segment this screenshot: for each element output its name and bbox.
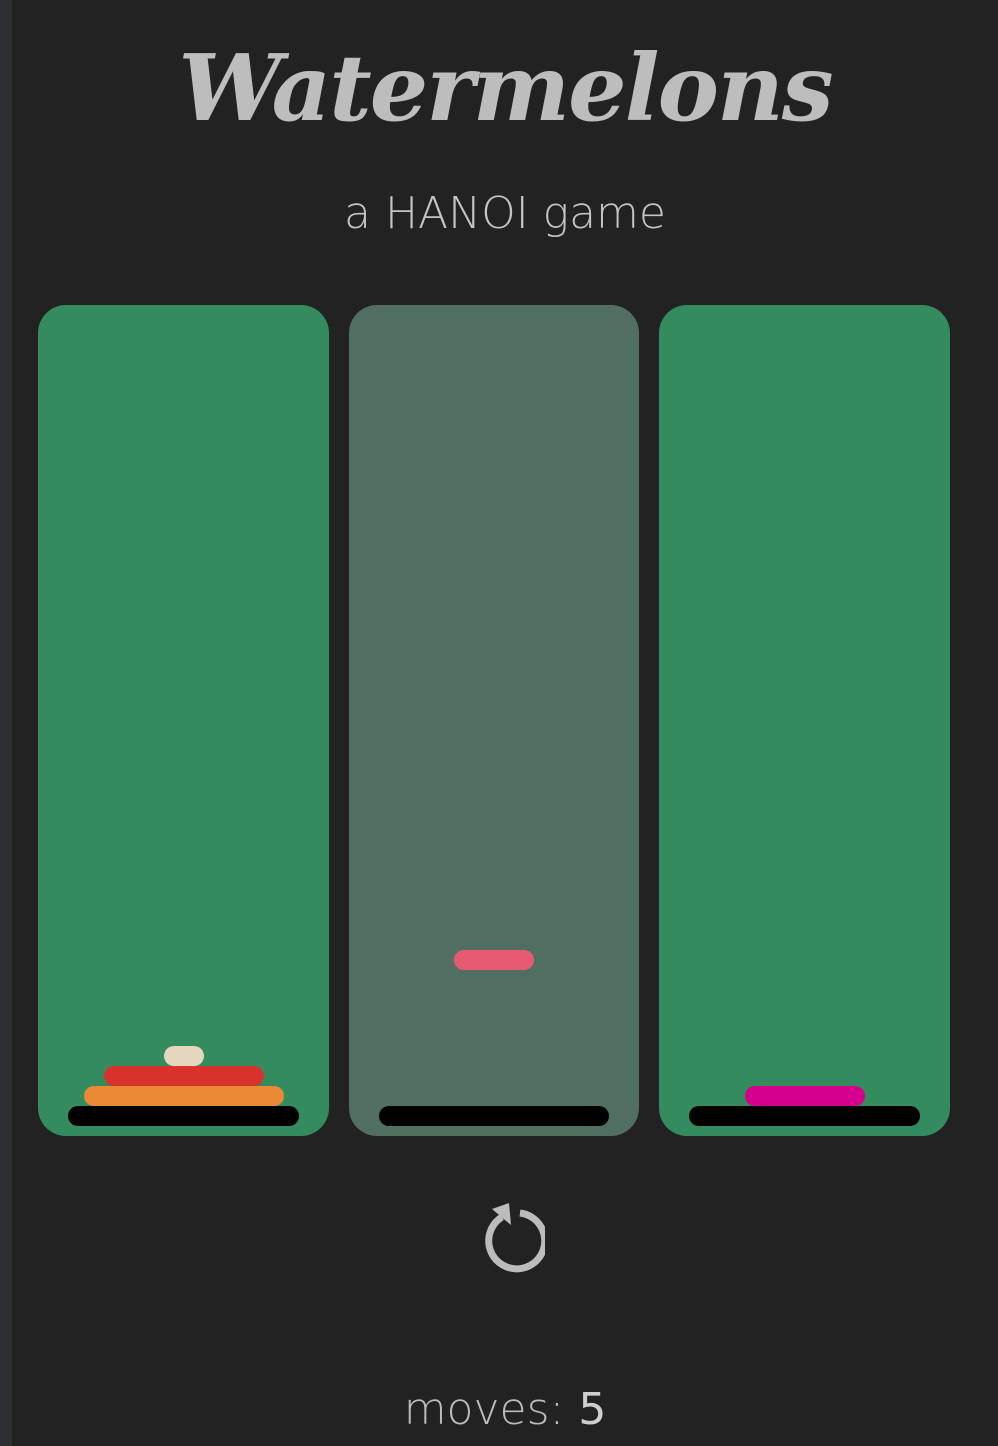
window-edge — [0, 0, 12, 1446]
lifted-disc[interactable] — [454, 950, 534, 970]
game-page: Watermelons a HANOI game moves: 5 — [0, 0, 998, 1446]
tower-1[interactable] — [38, 305, 329, 1136]
tower-2[interactable] — [349, 305, 639, 1136]
disc[interactable] — [744, 1086, 865, 1106]
reset-icon — [485, 1203, 549, 1273]
tower-3[interactable] — [659, 305, 950, 1136]
moves-label: moves: — [403, 1384, 579, 1435]
disc[interactable] — [163, 1046, 204, 1066]
page-subtitle: a HANOI game — [344, 188, 666, 239]
disc[interactable] — [83, 1086, 284, 1106]
tower-base — [689, 1106, 920, 1126]
page-title: Watermelons — [178, 34, 833, 142]
tower-base — [68, 1106, 299, 1126]
moves-count: 5 — [578, 1384, 607, 1435]
disc[interactable] — [103, 1066, 264, 1086]
moves-counter: moves: 5 — [12, 1382, 998, 1438]
tower-base — [379, 1106, 609, 1126]
reset-button[interactable] — [481, 1203, 549, 1273]
